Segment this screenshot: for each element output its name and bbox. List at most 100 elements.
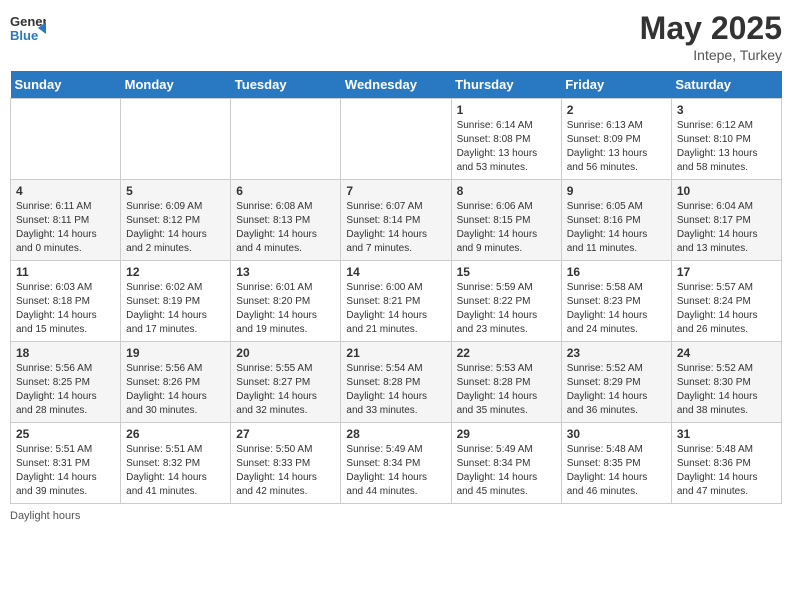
calendar-cell: 12Sunrise: 6:02 AMSunset: 8:19 PMDayligh… (121, 261, 231, 342)
calendar-cell: 27Sunrise: 5:50 AMSunset: 8:33 PMDayligh… (231, 423, 341, 504)
day-number: 2 (567, 103, 666, 117)
day-number: 15 (457, 265, 556, 279)
svg-text:Blue: Blue (10, 28, 38, 43)
calendar-cell: 7 Sunrise: 6:07 AMSunset: 8:14 PMDaylight… (341, 180, 451, 261)
day-header-saturday: Saturday (671, 71, 781, 99)
title-section: May 2025 Intepe, Turkey (640, 10, 782, 63)
calendar-cell: 16Sunrise: 5:58 AMSunset: 8:23 PMDayligh… (561, 261, 671, 342)
calendar-cell: 1 Sunrise: 6:14 AMSunset: 8:08 PMDaylight… (451, 99, 561, 180)
day-info: Sunrise: 6:13 AMSunset: 8:09 PMDaylight:… (567, 119, 666, 175)
calendar-cell: 17 Sunrise: 5:57 AMSunset: 8:24 PMDayligh… (671, 261, 781, 342)
week-row-3: 11 Sunrise: 6:03 AMSunset: 8:18 PMDayligh… (11, 261, 782, 342)
logo: General Blue (10, 10, 46, 51)
calendar-cell (231, 99, 341, 180)
day-number: 14 (346, 265, 445, 279)
day-number: 29 (457, 427, 556, 441)
day-number: 10 (677, 184, 776, 198)
day-number: 12 (126, 265, 225, 279)
calendar-cell: 24 Sunrise: 5:52 AMSunset: 8:30 PMDayligh… (671, 342, 781, 423)
day-number: 30 (567, 427, 666, 441)
week-row-5: 25Sunrise: 5:51 AMSunset: 8:31 PMDayligh… (11, 423, 782, 504)
day-number: 17 (677, 265, 776, 279)
day-header-wednesday: Wednesday (341, 71, 451, 99)
day-number: 22 (457, 346, 556, 360)
day-info: Sunrise: 5:52 AMSunset: 8:30 PMDaylight:… (677, 362, 776, 418)
day-number: 8 (457, 184, 556, 198)
calendar-cell: 19 Sunrise: 5:56 AMSunset: 8:26 PMDayligh… (121, 342, 231, 423)
calendar-cell: 14 Sunrise: 6:00 AMSunset: 8:21 PMDayligh… (341, 261, 451, 342)
day-info: Sunrise: 6:12 AMSunset: 8:10 PMDaylight:… (677, 119, 776, 175)
day-number: 21 (346, 346, 445, 360)
day-number: 5 (126, 184, 225, 198)
day-info: Sunrise: 6:04 AMSunset: 8:17 PMDaylight:… (677, 200, 776, 256)
calendar-cell: 21 Sunrise: 5:54 AMSunset: 8:28 PMDayligh… (341, 342, 451, 423)
day-number: 1 (457, 103, 556, 117)
day-info: Sunrise: 5:51 AMSunset: 8:31 PMDaylight:… (16, 443, 115, 499)
week-row-4: 18 Sunrise: 5:56 AMSunset: 8:25 PMDayligh… (11, 342, 782, 423)
day-header-thursday: Thursday (451, 71, 561, 99)
day-number: 31 (677, 427, 776, 441)
day-info: Sunrise: 5:57 AMSunset: 8:24 PMDaylight:… (677, 281, 776, 337)
logo-icon: General Blue (10, 10, 46, 51)
week-row-2: 4Sunrise: 6:11 AMSunset: 8:11 PMDaylight… (11, 180, 782, 261)
calendar-cell: 10 Sunrise: 6:04 AMSunset: 8:17 PMDayligh… (671, 180, 781, 261)
calendar-cell: 13 Sunrise: 6:01 AMSunset: 8:20 PMDayligh… (231, 261, 341, 342)
calendar-cell: 9Sunrise: 6:05 AMSunset: 8:16 PMDaylight… (561, 180, 671, 261)
day-info: Sunrise: 5:56 AMSunset: 8:26 PMDaylight:… (126, 362, 225, 418)
day-info: Sunrise: 6:01 AMSunset: 8:20 PMDaylight:… (236, 281, 335, 337)
calendar-cell (11, 99, 121, 180)
day-info: Sunrise: 5:50 AMSunset: 8:33 PMDaylight:… (236, 443, 335, 499)
day-header-friday: Friday (561, 71, 671, 99)
day-info: Sunrise: 6:14 AMSunset: 8:08 PMDaylight:… (457, 119, 556, 175)
calendar-cell: 22 Sunrise: 5:53 AMSunset: 8:28 PMDayligh… (451, 342, 561, 423)
calendar-cell: 8 Sunrise: 6:06 AMSunset: 8:15 PMDaylight… (451, 180, 561, 261)
day-number: 7 (346, 184, 445, 198)
day-number: 13 (236, 265, 335, 279)
day-header-monday: Monday (121, 71, 231, 99)
day-number: 26 (126, 427, 225, 441)
day-info: Sunrise: 5:48 AMSunset: 8:35 PMDaylight:… (567, 443, 666, 499)
day-number: 11 (16, 265, 115, 279)
calendar-cell: 6 Sunrise: 6:08 AMSunset: 8:13 PMDaylight… (231, 180, 341, 261)
day-number: 28 (346, 427, 445, 441)
day-number: 19 (126, 346, 225, 360)
calendar-table: SundayMondayTuesdayWednesdayThursdayFrid… (10, 71, 782, 504)
calendar-cell: 11 Sunrise: 6:03 AMSunset: 8:18 PMDayligh… (11, 261, 121, 342)
day-info: Sunrise: 6:03 AMSunset: 8:18 PMDaylight:… (16, 281, 115, 337)
day-info: Sunrise: 5:53 AMSunset: 8:28 PMDaylight:… (457, 362, 556, 418)
day-info: Sunrise: 5:56 AMSunset: 8:25 PMDaylight:… (16, 362, 115, 418)
calendar-cell: 15 Sunrise: 5:59 AMSunset: 8:22 PMDayligh… (451, 261, 561, 342)
calendar-cell: 3 Sunrise: 6:12 AMSunset: 8:10 PMDaylight… (671, 99, 781, 180)
day-info: Sunrise: 5:59 AMSunset: 8:22 PMDaylight:… (457, 281, 556, 337)
day-number: 24 (677, 346, 776, 360)
day-info: Sunrise: 6:08 AMSunset: 8:13 PMDaylight:… (236, 200, 335, 256)
location-title: Intepe, Turkey (640, 47, 782, 63)
day-header-sunday: Sunday (11, 71, 121, 99)
day-info: Sunrise: 5:55 AMSunset: 8:27 PMDaylight:… (236, 362, 335, 418)
calendar-cell: 29Sunrise: 5:49 AMSunset: 8:34 PMDayligh… (451, 423, 561, 504)
day-info: Sunrise: 6:06 AMSunset: 8:15 PMDaylight:… (457, 200, 556, 256)
day-number: 18 (16, 346, 115, 360)
day-info: Sunrise: 6:11 AMSunset: 8:11 PMDaylight:… (16, 200, 115, 256)
calendar-cell: 2 Sunrise: 6:13 AMSunset: 8:09 PMDaylight… (561, 99, 671, 180)
calendar-cell: 5Sunrise: 6:09 AMSunset: 8:12 PMDaylight… (121, 180, 231, 261)
day-number: 6 (236, 184, 335, 198)
day-info: Sunrise: 5:51 AMSunset: 8:32 PMDaylight:… (126, 443, 225, 499)
day-info: Sunrise: 5:52 AMSunset: 8:29 PMDaylight:… (567, 362, 666, 418)
day-number: 16 (567, 265, 666, 279)
calendar-cell: 25Sunrise: 5:51 AMSunset: 8:31 PMDayligh… (11, 423, 121, 504)
calendar-cell (341, 99, 451, 180)
day-info: Sunrise: 6:07 AMSunset: 8:14 PMDaylight:… (346, 200, 445, 256)
calendar-cell: 20 Sunrise: 5:55 AMSunset: 8:27 PMDayligh… (231, 342, 341, 423)
day-info: Sunrise: 6:00 AMSunset: 8:21 PMDaylight:… (346, 281, 445, 337)
calendar-cell: 26 Sunrise: 5:51 AMSunset: 8:32 PMDayligh… (121, 423, 231, 504)
day-number: 20 (236, 346, 335, 360)
calendar-cell: 18 Sunrise: 5:56 AMSunset: 8:25 PMDayligh… (11, 342, 121, 423)
day-info: Sunrise: 5:54 AMSunset: 8:28 PMDaylight:… (346, 362, 445, 418)
header-row: SundayMondayTuesdayWednesdayThursdayFrid… (11, 71, 782, 99)
day-number: 3 (677, 103, 776, 117)
day-header-tuesday: Tuesday (231, 71, 341, 99)
calendar-cell: 23Sunrise: 5:52 AMSunset: 8:29 PMDayligh… (561, 342, 671, 423)
day-info: Sunrise: 6:05 AMSunset: 8:16 PMDaylight:… (567, 200, 666, 256)
calendar-cell (121, 99, 231, 180)
